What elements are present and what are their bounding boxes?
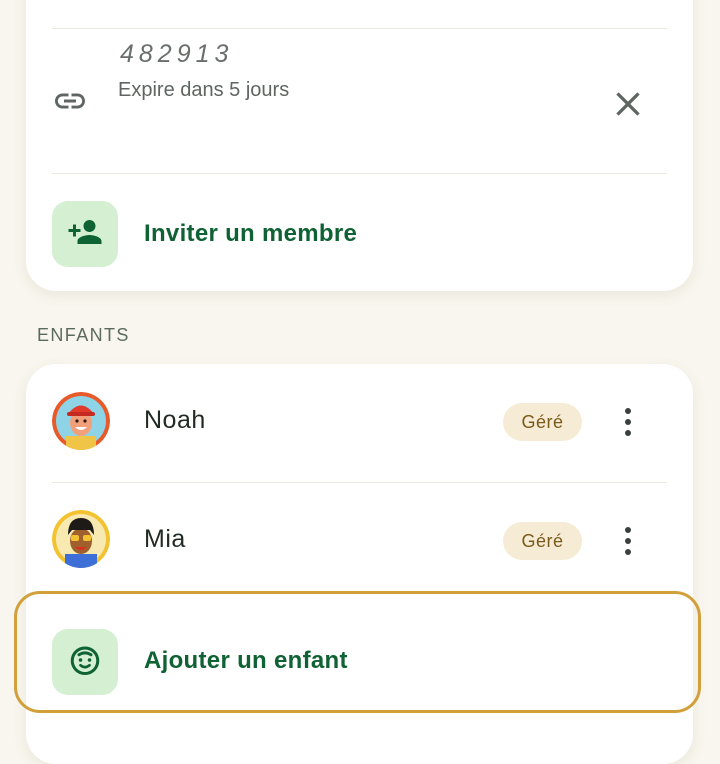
add-child-button[interactable]: Ajouter un enfant (26, 604, 693, 719)
close-icon[interactable] (608, 84, 648, 129)
link-icon (52, 83, 88, 124)
divider (52, 28, 667, 29)
add-child-icon-box (52, 629, 118, 695)
status-badge: Géré (503, 403, 582, 441)
invite-member-button[interactable]: Inviter un membre (26, 174, 693, 280)
invite-code: 482913 (120, 40, 234, 68)
avatar-mia (52, 510, 110, 568)
list-item[interactable]: Mia Géré (26, 483, 693, 600)
status-badge: Géré (503, 522, 582, 560)
add-child-label: Ajouter un enfant (144, 647, 348, 674)
child-name: Mia (144, 525, 186, 553)
more-vert-icon[interactable] (614, 521, 642, 561)
invite-member-label: Inviter un membre (144, 220, 358, 247)
invite-icon-box (52, 201, 118, 267)
avatar-noah (52, 392, 110, 450)
children-card: Noah Géré Mia Géré Ajouter un enfant (26, 364, 693, 764)
section-header-children: ENFANTS (37, 325, 130, 345)
child-face-icon (67, 642, 103, 683)
invite-expiry: Expire dans 5 jours (118, 79, 290, 101)
person-add-icon (67, 214, 103, 255)
members-card: 482913 Expire dans 5 jours Inviter un me… (26, 0, 693, 291)
more-vert-icon[interactable] (614, 402, 642, 442)
list-item[interactable]: Noah Géré (26, 364, 693, 481)
child-name: Noah (144, 406, 206, 434)
